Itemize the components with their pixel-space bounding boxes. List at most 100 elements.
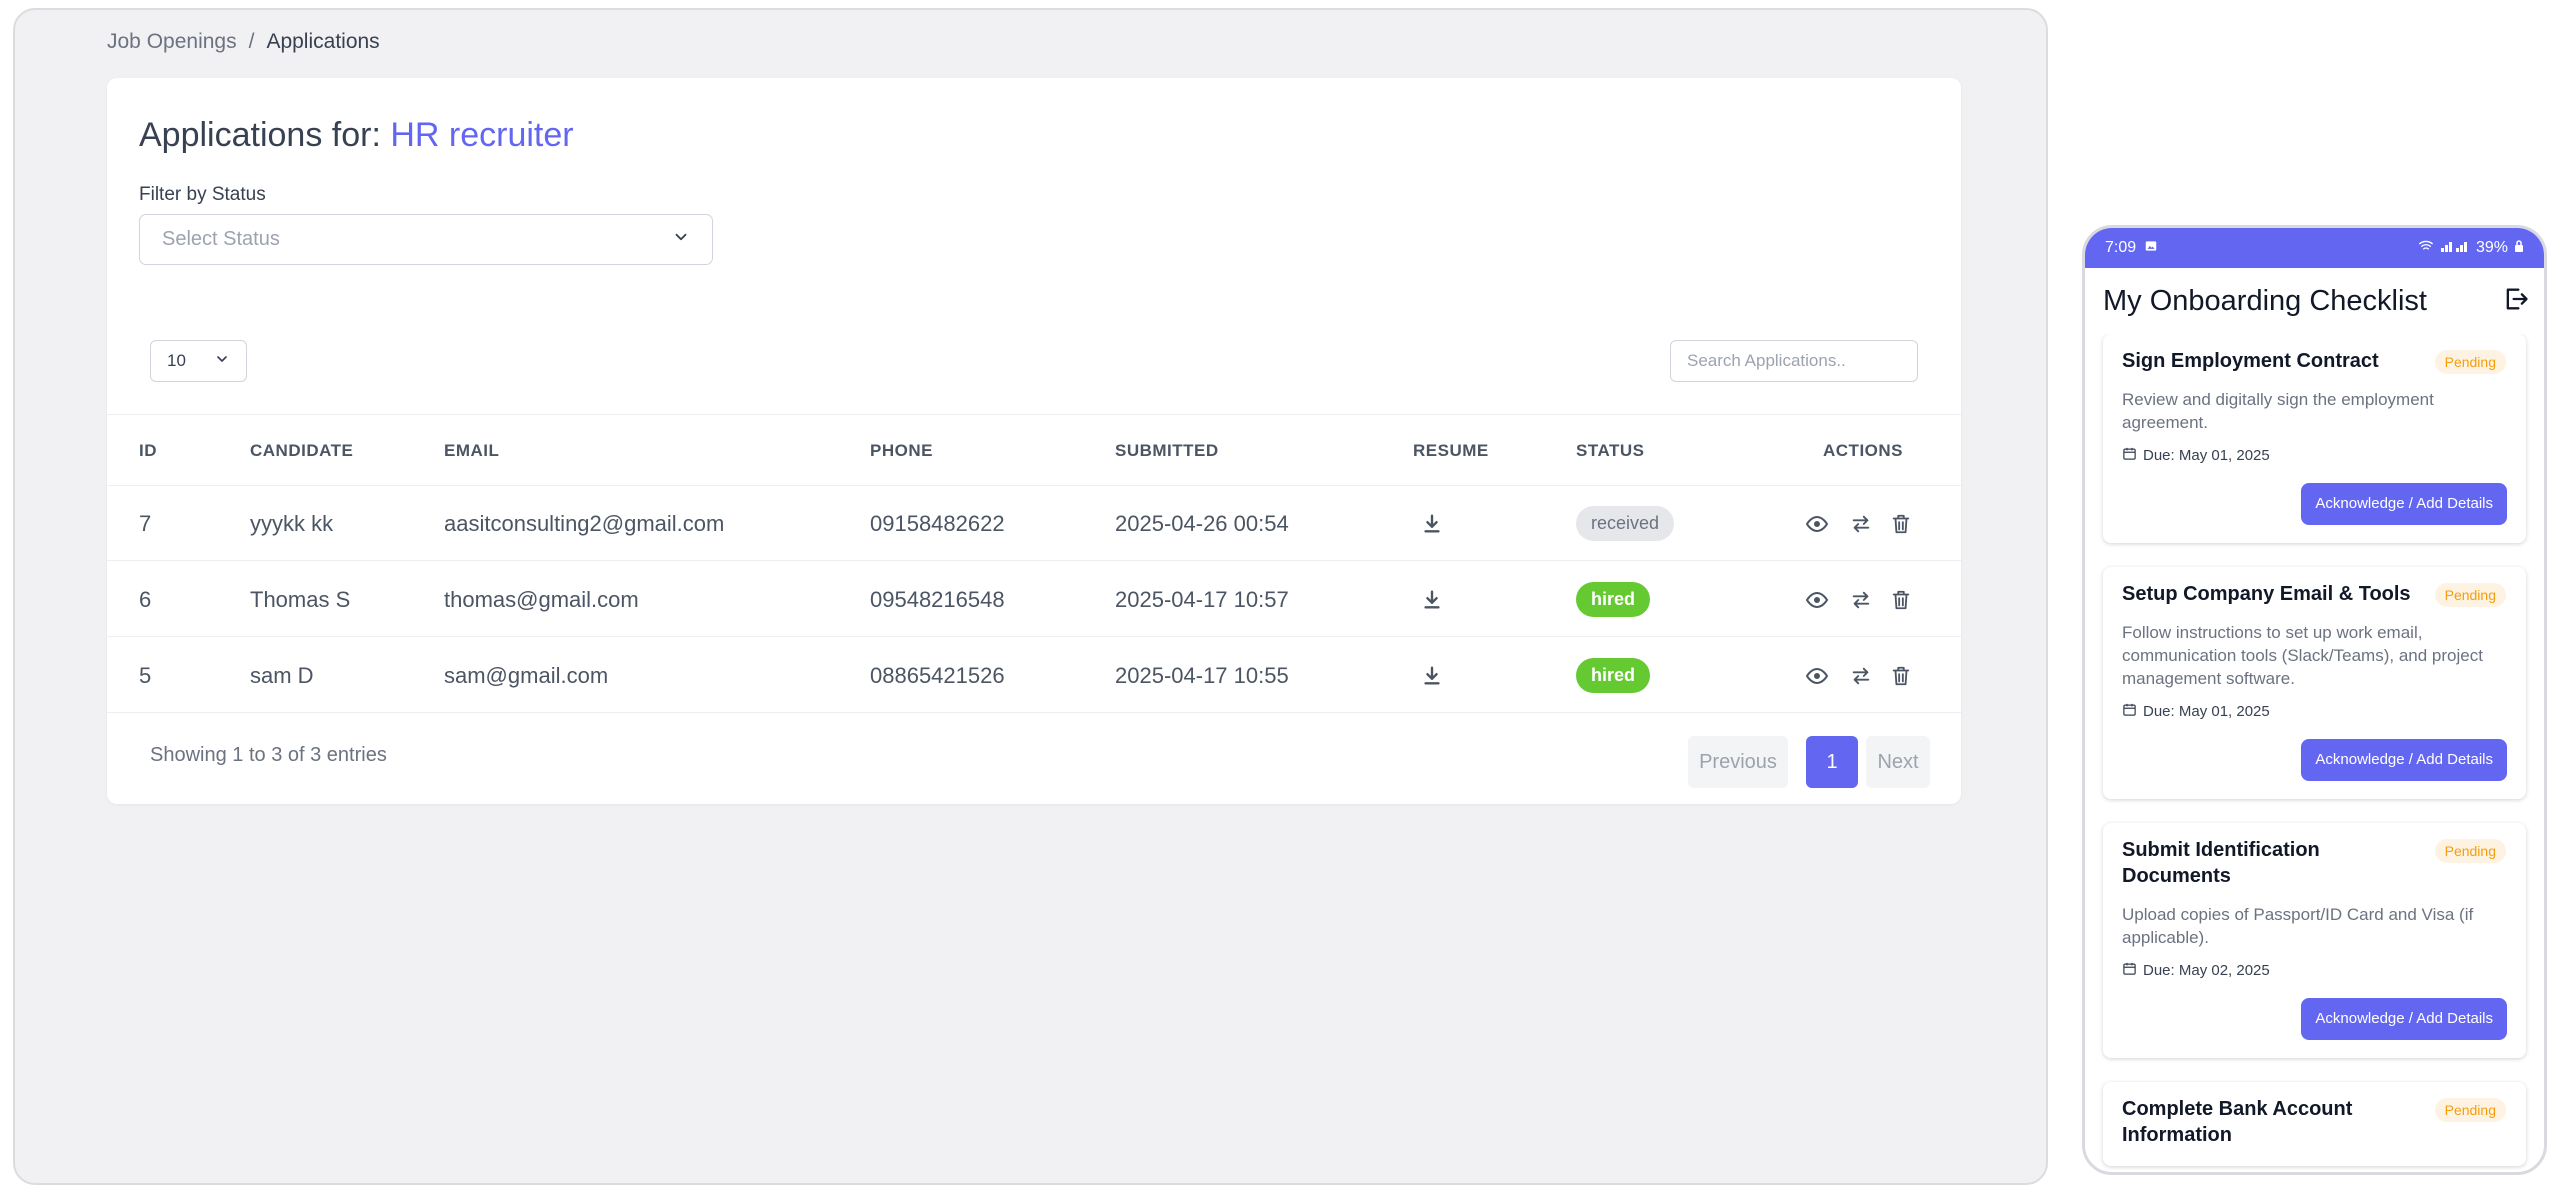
col-id: ID — [139, 441, 157, 460]
checklist-item: Setup Company Email & Tools Pending Foll… — [2103, 567, 2526, 799]
col-email: EMAIL — [444, 441, 500, 460]
cell-submitted: 2025-04-17 10:55 — [1115, 663, 1289, 688]
desktop-window: Job Openings / Applications Applications… — [13, 8, 2048, 1185]
acknowledge-button[interactable]: Acknowledge / Add Details — [2301, 483, 2507, 525]
task-title: Setup Company Email & Tools — [2122, 583, 2411, 605]
status-filter-select[interactable]: Select Status — [139, 214, 713, 265]
breadcrumb-job-openings[interactable]: Job Openings — [107, 30, 237, 54]
cell-email: aasitconsulting2@gmail.com — [444, 511, 725, 536]
swap-icon[interactable] — [1848, 511, 1874, 537]
cell-candidate: yyykk kk — [250, 511, 334, 536]
table-row: 7 yyykk kk aasitconsulting2@gmail.com 09… — [107, 486, 1961, 561]
swap-icon[interactable] — [1848, 587, 1874, 613]
cell-id: 6 — [139, 587, 152, 612]
cell-submitted: 2025-04-17 10:57 — [1115, 587, 1289, 612]
eye-icon[interactable] — [1804, 663, 1830, 689]
cell-candidate: sam D — [250, 663, 314, 688]
page-title: Applications for: HR recruiter — [139, 116, 574, 155]
battery-level: 39% — [2475, 239, 2508, 256]
col-resume: RESUME — [1413, 441, 1489, 460]
trash-icon[interactable] — [1888, 587, 1914, 613]
col-status: STATUS — [1576, 441, 1645, 460]
page-1-button[interactable]: 1 — [1806, 736, 1858, 788]
table-row: 5 sam D sam@gmail.com 08865421526 2025-0… — [107, 638, 1961, 713]
entries-info: Showing 1 to 3 of 3 entries — [150, 744, 387, 766]
chevron-down-icon — [214, 351, 230, 372]
checklist: Sign Employment Contract Pending Review … — [2085, 334, 2544, 1172]
next-page-button[interactable]: Next — [1866, 736, 1930, 788]
job-title: HR recruiter — [390, 116, 574, 154]
signal-icon — [2440, 239, 2470, 258]
col-submitted: SUBMITTED — [1115, 441, 1219, 460]
task-actions: Acknowledge / Add Details — [2122, 483, 2507, 525]
status-badge: received — [1576, 506, 1675, 541]
breadcrumb: Job Openings / Applications — [107, 30, 380, 54]
cell-phone: 09548216548 — [870, 587, 1005, 612]
task-due-text: Due: May 01, 2025 — [2143, 703, 2270, 720]
acknowledge-button[interactable]: Acknowledge / Add Details — [2301, 998, 2507, 1040]
task-due: Due: May 02, 2025 — [2122, 961, 2507, 980]
checklist-item: Sign Employment Contract Pending Review … — [2103, 334, 2526, 543]
cell-phone: 09158482622 — [870, 511, 1005, 536]
task-actions: Acknowledge / Add Details — [2122, 998, 2507, 1040]
breadcrumb-current: Applications — [266, 30, 380, 53]
checklist-item: Submit Identification Documents Pending … — [2103, 823, 2526, 1058]
wifi-icon — [2418, 239, 2434, 258]
previous-page-button[interactable]: Previous — [1688, 736, 1788, 788]
table-row: 6 Thomas S thomas@gmail.com 09548216548 … — [107, 562, 1961, 637]
checklist-item: Complete Bank Account Information Pendin… — [2103, 1082, 2526, 1166]
pending-badge: Pending — [2434, 1098, 2506, 1122]
phone-header: My Onboarding Checklist — [2085, 268, 2544, 334]
download-icon[interactable] — [1419, 511, 1445, 537]
eye-icon[interactable] — [1804, 511, 1830, 537]
col-candidate: CANDIDATE — [250, 441, 354, 460]
task-actions: Acknowledge / Add Details — [2122, 739, 2507, 781]
status-filter-placeholder: Select Status — [162, 228, 280, 250]
task-title: Submit Identification Documents — [2122, 839, 2320, 887]
status-badge: hired — [1576, 582, 1651, 617]
cell-phone: 08865421526 — [870, 663, 1005, 688]
cell-id: 7 — [139, 511, 152, 536]
breadcrumb-separator: / — [248, 30, 255, 53]
title-prefix: Applications for: — [139, 116, 381, 154]
status-time: 7:09 — [2105, 239, 2137, 256]
task-title: Complete Bank Account Information — [2122, 1098, 2353, 1146]
cell-submitted: 2025-04-26 00:54 — [1115, 511, 1289, 536]
calendar-icon — [2122, 446, 2137, 465]
acknowledge-button[interactable]: Acknowledge / Add Details — [2301, 739, 2507, 781]
pending-badge: Pending — [2434, 839, 2506, 863]
image-icon — [2144, 239, 2158, 258]
task-description: Follow instructions to set up work email… — [2122, 623, 2483, 688]
chevron-down-icon — [672, 228, 690, 252]
download-icon[interactable] — [1419, 663, 1445, 689]
task-due-text: Due: May 02, 2025 — [2143, 962, 2270, 979]
status-badge: hired — [1576, 658, 1651, 693]
cell-email: sam@gmail.com — [444, 663, 609, 688]
logout-icon[interactable] — [2502, 285, 2530, 318]
task-due-text: Due: May 01, 2025 — [2143, 447, 2270, 464]
cell-email: thomas@gmail.com — [444, 587, 639, 612]
page-length-select[interactable]: 10 — [150, 340, 247, 382]
calendar-icon — [2122, 702, 2137, 721]
phone-status-bar: 7:09 39% — [2085, 228, 2544, 268]
trash-icon[interactable] — [1888, 663, 1914, 689]
col-phone: PHONE — [870, 441, 933, 460]
search-applications-input[interactable] — [1670, 340, 1918, 382]
calendar-icon — [2122, 961, 2137, 980]
pending-badge: Pending — [2434, 583, 2506, 607]
status-left: 7:09 — [2105, 239, 2158, 258]
download-icon[interactable] — [1419, 587, 1445, 613]
trash-icon[interactable] — [1888, 511, 1914, 537]
task-description: Upload copies of Passport/ID Card and Vi… — [2122, 905, 2474, 947]
phone-frame: 7:09 39% My Onboarding Checklist Sign Em… — [2082, 225, 2547, 1175]
table-header: ID CANDIDATE EMAIL PHONE SUBMITTED RESUM… — [107, 414, 1961, 486]
pending-badge: Pending — [2434, 350, 2506, 374]
phone-title: My Onboarding Checklist — [2103, 284, 2427, 317]
swap-icon[interactable] — [1848, 663, 1874, 689]
status-right: 39% — [2418, 239, 2524, 258]
task-description: Review and digitally sign the employment… — [2122, 390, 2434, 432]
eye-icon[interactable] — [1804, 587, 1830, 613]
cell-candidate: Thomas S — [250, 587, 351, 612]
task-due: Due: May 01, 2025 — [2122, 446, 2507, 465]
lock-icon — [2514, 239, 2524, 257]
